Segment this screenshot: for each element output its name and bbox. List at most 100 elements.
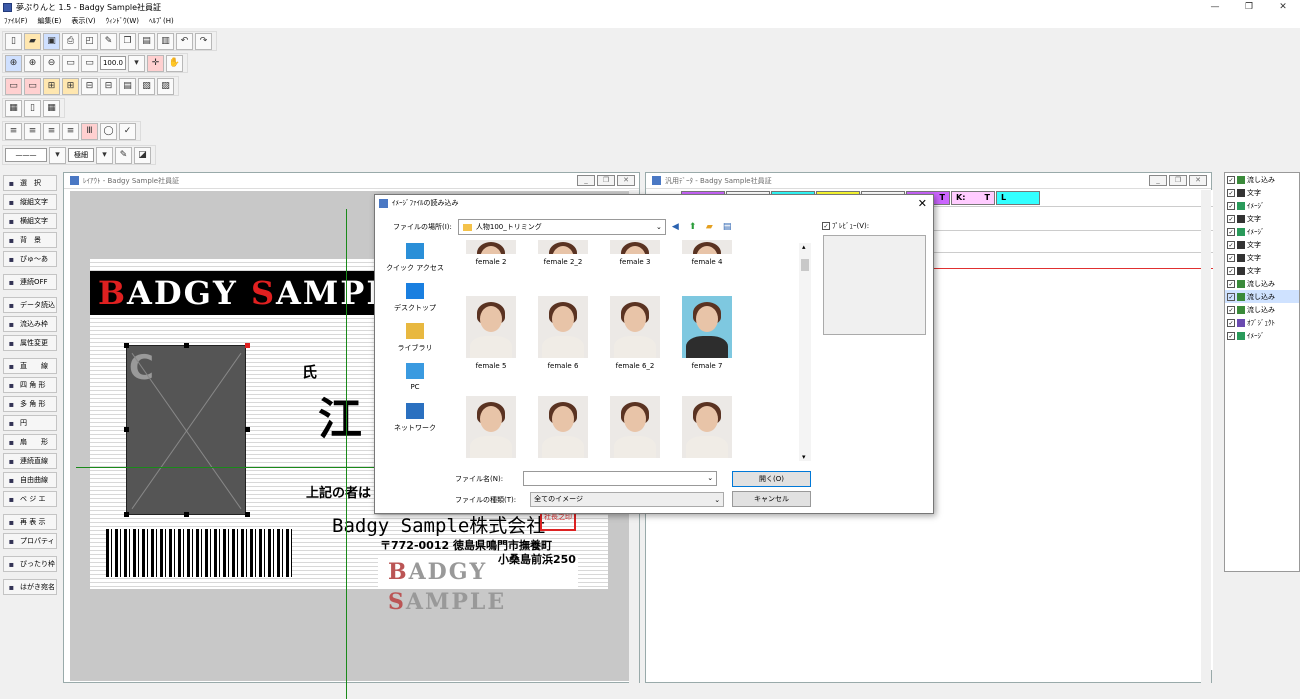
object-item[interactable]: ✓ 文字 <box>1225 264 1299 277</box>
tool-sector[interactable]: ▪ 扇 形 <box>3 434 57 450</box>
resize-handle[interactable] <box>245 343 250 348</box>
print-icon[interactable]: ⎙ <box>62 32 79 50</box>
column-header[interactable]: K: T <box>951 191 995 205</box>
object-item[interactable]: ✓ 流し込み <box>1225 303 1299 316</box>
tool-line[interactable]: ▪ 直 線 <box>3 358 57 374</box>
align-center-icon[interactable]: ⊞ <box>43 77 60 95</box>
barcode[interactable] <box>106 529 292 577</box>
resize-handle[interactable] <box>184 512 189 517</box>
crosshair-icon[interactable]: ✛ <box>147 54 164 72</box>
place-item[interactable]: ネットワーク <box>385 403 445 443</box>
tool-data-load[interactable]: ▪ データ読込 <box>3 297 57 313</box>
chevron-down-icon[interactable]: ▾ <box>802 453 806 461</box>
tool-flow-frame[interactable]: ▪ 流込み枠 <box>3 316 57 332</box>
restore-icon[interactable]: ❐ <box>1232 0 1266 14</box>
file-thumbnail[interactable]: female 4 <box>671 240 743 266</box>
menu-edit[interactable]: 編集(E) <box>38 16 62 26</box>
file-thumbnail[interactable]: female 5 <box>455 296 527 370</box>
resize-handle[interactable] <box>184 343 189 348</box>
checkbox-icon[interactable]: ✓ <box>1227 188 1235 197</box>
chevron-down-icon[interactable]: ▾ <box>96 146 113 164</box>
chevron-down-icon[interactable]: ▾ <box>49 146 66 164</box>
file-thumbnail[interactable] <box>527 396 599 462</box>
resize-handle[interactable] <box>124 427 129 432</box>
menu-help[interactable]: ﾍﾙﾌﾟ(H) <box>149 16 174 26</box>
tool-fit-frame[interactable]: ▪ ぴったり枠 <box>3 556 57 572</box>
minimize-icon[interactable]: _ <box>577 175 595 186</box>
checkbox-icon[interactable]: ✓ <box>1227 305 1235 314</box>
tool-arrow-select[interactable]: ▪ 選 択 <box>3 175 57 191</box>
new-folder-icon[interactable]: ▰ <box>706 222 717 233</box>
file-thumbnail[interactable]: female 6 <box>527 296 599 370</box>
checkbox-icon[interactable]: ✓ <box>1227 253 1235 262</box>
tool-redraw[interactable]: ▪ 再 表 示 <box>3 514 57 530</box>
tool-horizontal-text[interactable]: ▪ 横組文字 <box>3 213 57 229</box>
group-icon[interactable]: ⊟ <box>100 77 117 95</box>
object-item[interactable]: ✓ ｲﾒｰｼﾞ <box>1225 199 1299 212</box>
file-thumbnail[interactable]: female 6_2 <box>599 296 671 370</box>
menu-file[interactable]: ﾌｧｲﾙ(F) <box>4 16 28 26</box>
close-icon[interactable]: ✕ <box>1189 175 1207 186</box>
tool-polyline[interactable]: ▪ 連続直線 <box>3 453 57 469</box>
object-item[interactable]: ✓ 文字 <box>1225 212 1299 225</box>
line-style-select[interactable]: ——— <box>5 148 47 162</box>
close-icon[interactable]: ✕ <box>918 197 927 210</box>
tool-pure[interactable]: ▪ ぴゅ～あ <box>3 251 57 267</box>
object-item[interactable]: ✓ ｲﾒｰｼﾞ <box>1225 225 1299 238</box>
checkbox-icon[interactable]: ✓ <box>1227 175 1235 184</box>
send-back-icon[interactable]: ▭ <box>24 77 41 95</box>
minimize-icon[interactable]: — <box>1198 0 1232 14</box>
tool-rectangle[interactable]: ▪ 四 角 形 <box>3 377 57 393</box>
menu-window[interactable]: ｳｨﾝﾄﾞｳ(W) <box>106 16 139 26</box>
file-list-scrollbar[interactable]: ▴ ▾ <box>799 243 811 461</box>
tool-polygon[interactable]: ▪ 多 角 形 <box>3 396 57 412</box>
up-folder-icon[interactable]: ⬆ <box>689 222 700 233</box>
tool-vertical-text[interactable]: ▪ 縦組文字 <box>3 194 57 210</box>
zoom-in-icon[interactable]: ⊕ <box>24 54 41 72</box>
cancel-button[interactable]: キャンセル <box>732 491 811 507</box>
open-folder-icon[interactable]: ▰ <box>24 32 41 50</box>
hand-icon[interactable]: ✋ <box>166 54 183 72</box>
tool-attribute[interactable]: ▪ 属性変更 <box>3 335 57 351</box>
file-thumbnail[interactable] <box>599 396 671 462</box>
object-item[interactable]: ✓ ｵﾌﾞｼﾞｪｸﾄ <box>1225 316 1299 329</box>
close-icon[interactable]: ✕ <box>1266 0 1300 14</box>
justify-icon[interactable]: ≡ <box>62 122 79 140</box>
object-item[interactable]: ✓ 流し込み <box>1225 290 1299 303</box>
circle-shape-icon[interactable]: ◯ <box>100 122 117 140</box>
checkbox-icon[interactable]: ✓ <box>1227 214 1235 223</box>
file-thumbnail[interactable]: female 2 <box>455 240 527 266</box>
close-icon[interactable]: ✕ <box>617 175 635 186</box>
pen-color-icon[interactable]: ✎ <box>115 146 132 164</box>
ungroup-icon[interactable]: ▤ <box>119 77 136 95</box>
table-icon[interactable]: ▦ <box>43 99 60 117</box>
save-icon[interactable]: ▣ <box>43 32 60 50</box>
distribute-icon[interactable]: ⊟ <box>81 77 98 95</box>
resize-handle[interactable] <box>245 427 250 432</box>
view-menu-icon[interactable]: ▤ <box>723 222 734 233</box>
chevron-down-icon[interactable]: ▾ <box>128 54 145 72</box>
restore-icon[interactable]: ❐ <box>597 175 615 186</box>
checkbox-icon[interactable]: ✓ <box>1227 292 1235 301</box>
checkbox-icon[interactable]: ✓ <box>1227 318 1235 327</box>
chevron-up-icon[interactable]: ▴ <box>802 243 806 251</box>
tool-postcard[interactable]: ▪ はがき宛名 <box>3 579 57 595</box>
place-item[interactable]: デスクトップ <box>385 283 445 323</box>
object-item[interactable]: ✓ ｲﾒｰｼﾞ <box>1225 329 1299 342</box>
filename-input[interactable]: ⌄ <box>523 471 718 486</box>
menu-view[interactable]: 表示(V) <box>71 16 95 26</box>
file-thumbnail[interactable] <box>455 396 527 462</box>
grid-icon[interactable]: ▦ <box>5 99 22 117</box>
photo-placeholder[interactable]: C <box>126 345 246 515</box>
align-right-icon[interactable]: ≡ <box>43 122 60 140</box>
align-left-icon[interactable]: ≡ <box>5 122 22 140</box>
restore-icon[interactable]: ❐ <box>1169 175 1187 186</box>
minimize-icon[interactable]: _ <box>1149 175 1167 186</box>
tool-bezier[interactable]: ▪ ベ ジ エ <box>3 491 57 507</box>
edit-icon[interactable]: ✎ <box>100 32 117 50</box>
file-thumbnail[interactable]: female 3 <box>599 240 671 266</box>
redo-icon[interactable]: ↷ <box>195 32 212 50</box>
checkbox-icon[interactable]: ✓ <box>1227 279 1235 288</box>
paste-icon[interactable]: ▤ <box>138 32 155 50</box>
line-width-select[interactable]: 極細 <box>68 148 94 162</box>
